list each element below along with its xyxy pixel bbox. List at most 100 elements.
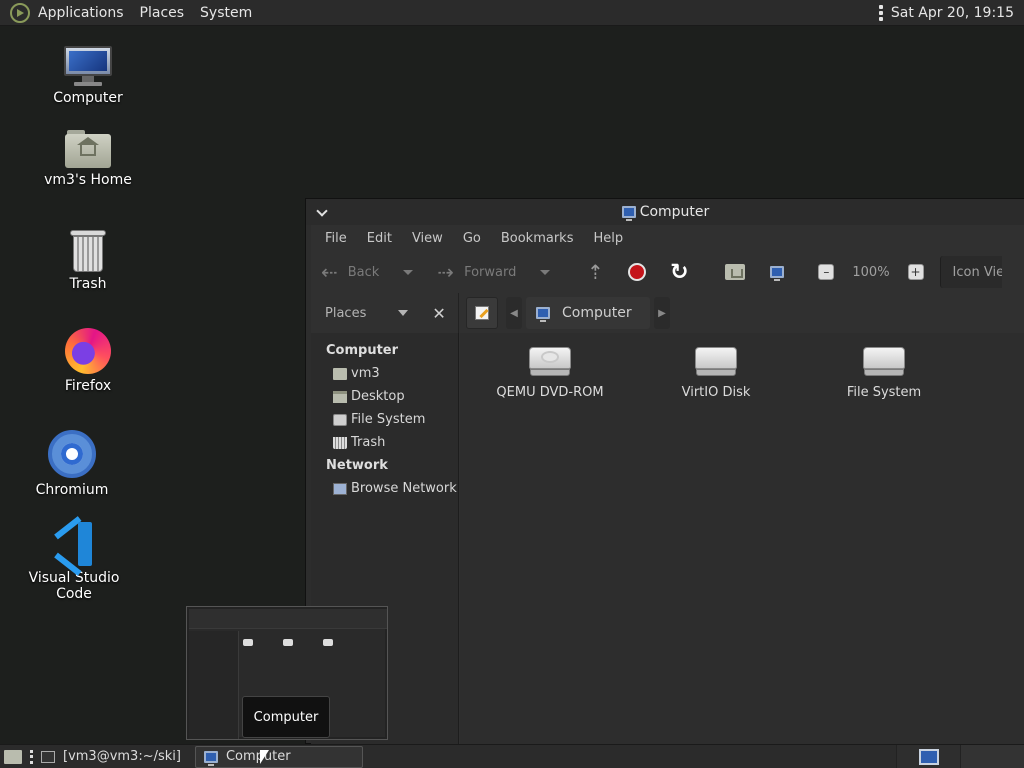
sidebar-item-label: Desktop — [351, 389, 405, 404]
top-panel: Applications Places System Sat Apr 20, 1… — [0, 0, 1024, 26]
window-menu-chevron-icon[interactable] — [316, 205, 328, 217]
toolbar: ⇠ Back ⇢ Forward ⇡ ↻ – 100% + Icon View — [311, 251, 1024, 293]
desktop-icon-label: Firefox — [64, 378, 112, 394]
reload-button[interactable]: ↻ — [666, 259, 692, 285]
clock[interactable]: Sat Apr 20, 19:15 — [891, 5, 1014, 21]
back-label: Back — [347, 264, 380, 280]
menu-view[interactable]: View — [402, 231, 453, 246]
desktop-icon-trash[interactable]: Trash — [28, 230, 148, 292]
window-titlebar[interactable]: Computer — [306, 199, 1024, 225]
home-icon — [333, 367, 347, 380]
desktop-icon-vscode[interactable]: Visual Studio Code — [14, 516, 134, 602]
zoom-in-icon: + — [910, 265, 921, 279]
zoom-out-button[interactable]: – — [818, 264, 835, 280]
mouse-cursor-icon — [260, 750, 269, 764]
window-title: Computer — [639, 204, 710, 220]
menu-applications[interactable]: Applications — [30, 0, 132, 26]
stop-icon — [628, 263, 647, 281]
back-dropdown-icon[interactable] — [403, 269, 414, 275]
task-computer[interactable]: Computer — [194, 745, 363, 768]
drive-qemu-dvd-rom[interactable]: QEMU DVD-ROM — [480, 347, 620, 400]
computer-icon — [770, 266, 785, 281]
drive-label: File System — [846, 385, 922, 400]
task-terminal[interactable]: [vm3@vm3:~/ski] — [33, 746, 189, 768]
up-button[interactable]: ⇡ — [582, 259, 608, 285]
menu-edit[interactable]: Edit — [357, 231, 402, 246]
menu-places[interactable]: Places — [132, 0, 193, 26]
computer-icon — [64, 46, 112, 86]
forward-dropdown-icon[interactable] — [540, 269, 551, 275]
back-button[interactable]: ⇠ Back — [321, 260, 427, 284]
sidebar-item-label: Browse Network — [351, 481, 457, 496]
trash-icon — [333, 436, 347, 449]
sidebar-item-vm3[interactable]: vm3 — [311, 362, 458, 385]
zoom-level: 100% — [852, 264, 890, 280]
drive-label: VirtIO Disk — [681, 385, 751, 400]
icon-view: QEMU DVD-ROM VirtIO Disk File System — [460, 333, 1024, 745]
window-content: File Edit View Go Bookmarks Help ⇠ Back … — [311, 225, 1024, 745]
optical-drive-icon — [529, 347, 571, 377]
preview-drive-icon — [243, 639, 253, 646]
terminal-icon — [41, 750, 55, 763]
desktop-icon-computer[interactable]: Computer — [28, 46, 148, 106]
panel-handle-icon[interactable] — [878, 4, 883, 21]
pencil-icon — [475, 306, 489, 320]
sidebar-item-label: vm3 — [351, 366, 380, 381]
sidebar-item-file-system[interactable]: File System — [311, 408, 458, 431]
breadcrumb-label: Computer — [562, 305, 632, 321]
preview-toolbar — [189, 609, 387, 629]
computer-icon — [203, 750, 218, 766]
view-mode-select[interactable]: Icon View — [939, 256, 1002, 288]
crumb-right-arrow-icon[interactable]: ▶ — [654, 297, 670, 329]
forward-label: Forward — [464, 264, 517, 280]
task-label: [vm3@vm3:~/ski] — [63, 749, 181, 764]
stop-button[interactable] — [624, 259, 650, 285]
desktop-icon-firefox[interactable]: Firefox — [28, 328, 148, 394]
drive-file-system[interactable]: File System — [814, 347, 954, 400]
up-arrow-icon: ⇡ — [586, 260, 604, 284]
menubar: File Edit View Go Bookmarks Help — [311, 225, 1024, 251]
menu-system[interactable]: System — [192, 0, 260, 26]
desktop-icon-label: vm3's Home — [44, 172, 132, 188]
desktop-icon-chromium[interactable]: Chromium — [12, 430, 132, 498]
computer-icon — [536, 307, 550, 322]
edit-location-button[interactable] — [466, 297, 498, 329]
sidebar-item-trash[interactable]: Trash — [311, 431, 458, 454]
sidebar-header: Places ✕ — [311, 293, 459, 333]
menu-file[interactable]: File — [315, 231, 357, 246]
desktop-icon-label: Chromium — [35, 482, 109, 498]
sidebar-item-label: File System — [351, 412, 426, 427]
network-icon — [333, 482, 347, 495]
hard-disk-icon — [863, 347, 905, 377]
crumb-left-arrow-icon[interactable]: ◀ — [506, 297, 522, 329]
desktop-icon-label: Computer — [53, 90, 123, 106]
workspace-2[interactable] — [960, 744, 1024, 768]
vscode-icon — [52, 516, 96, 576]
show-desktop-icon[interactable] — [4, 749, 22, 764]
applications-logo-icon[interactable] — [10, 2, 30, 23]
zoom-in-button[interactable]: + — [907, 264, 924, 280]
menu-bookmarks[interactable]: Bookmarks — [491, 231, 584, 246]
breadcrumb-computer[interactable]: Computer — [526, 297, 650, 329]
menu-help[interactable]: Help — [583, 231, 633, 246]
chromium-icon — [48, 430, 96, 478]
sidebar-close-icon[interactable]: ✕ — [432, 304, 445, 323]
location-bar: ◀ Computer ▶ — [460, 293, 1024, 333]
workspace-switcher — [896, 744, 1024, 768]
menu-go[interactable]: Go — [453, 231, 491, 246]
computer-button[interactable] — [764, 259, 790, 285]
sidebar-dropdown-icon[interactable] — [398, 310, 409, 316]
desktop-icon-label: Trash — [69, 276, 107, 292]
home-icon — [725, 264, 746, 280]
desktop-icon-label: Visual Studio Code — [28, 570, 120, 602]
bottom-panel: [vm3@vm3:~/ski] Computer — [0, 744, 1024, 768]
hard-disk-icon — [695, 347, 737, 377]
workspace-1[interactable] — [896, 744, 960, 768]
task-label: Computer — [225, 749, 291, 764]
sidebar-item-browse-network[interactable]: Browse Network — [311, 477, 458, 500]
desktop-icon-home[interactable]: vm3's Home — [28, 130, 148, 188]
forward-button[interactable]: ⇢ Forward — [437, 260, 564, 284]
sidebar-item-desktop[interactable]: Desktop — [311, 385, 458, 408]
drive-virtio-disk[interactable]: VirtIO Disk — [646, 347, 786, 400]
home-button[interactable] — [722, 259, 748, 285]
